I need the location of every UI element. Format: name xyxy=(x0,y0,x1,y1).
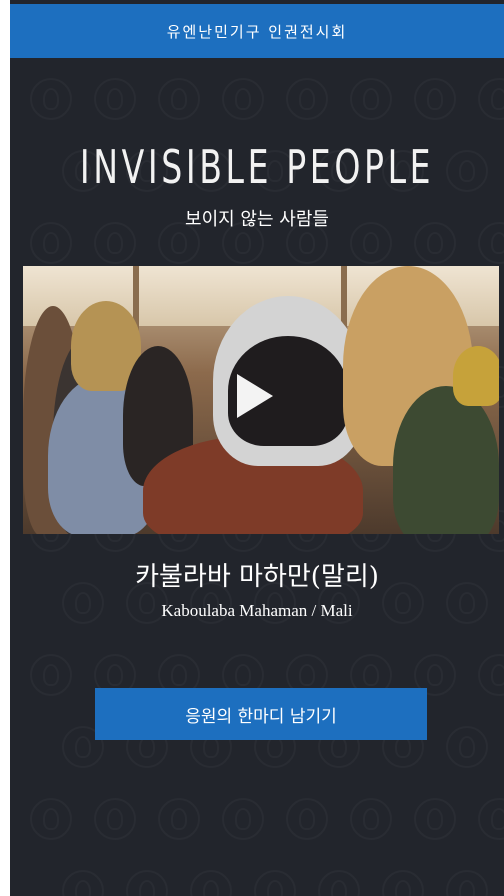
background-pattern-mark xyxy=(254,870,296,896)
person-name-korean: 카불라바 마하만(말리) xyxy=(135,562,379,592)
page-title: INVISIBLE PEOPLE xyxy=(79,140,435,194)
video-thumbnail-figure xyxy=(453,346,499,406)
video-thumbnail-figure xyxy=(393,386,499,534)
background-pattern-mark xyxy=(286,798,328,840)
background-pattern-mark xyxy=(30,78,72,120)
background-pattern-mark xyxy=(446,726,488,768)
background-pattern-mark xyxy=(382,870,424,896)
background-pattern-mark xyxy=(94,798,136,840)
background-pattern-mark xyxy=(190,870,232,896)
background-pattern-mark xyxy=(318,870,360,896)
background-pattern-mark xyxy=(478,78,504,120)
person-name-english: Kaboulaba Mahaman / Mali xyxy=(161,601,353,620)
background-pattern-mark xyxy=(30,654,72,696)
background-pattern-mark xyxy=(478,798,504,840)
background-pattern-mark xyxy=(222,78,264,120)
background-pattern-mark xyxy=(158,798,200,840)
background-pattern-mark xyxy=(94,78,136,120)
top-bar: 유엔난민기구 인권전시회 xyxy=(10,4,504,58)
play-icon[interactable] xyxy=(237,374,273,418)
top-bar-title: 유엔난민기구 인권전시회 xyxy=(166,22,348,41)
background-pattern-mark xyxy=(126,870,168,896)
background-pattern-mark xyxy=(158,78,200,120)
background-pattern-mark xyxy=(30,798,72,840)
page-subtitle: 보이지 않는 사람들 xyxy=(185,209,329,230)
background-pattern-mark xyxy=(446,870,488,896)
video-player[interactable] xyxy=(23,266,499,534)
background-pattern-mark xyxy=(414,78,456,120)
background-pattern-mark xyxy=(446,150,488,192)
background-pattern-mark xyxy=(350,78,392,120)
app-frame: 유엔난민기구 인권전시회 INVISIBLE PEOPLE 보이지 않는 사람들… xyxy=(10,0,504,896)
background-pattern-mark xyxy=(222,798,264,840)
background-pattern-mark xyxy=(350,798,392,840)
background-pattern-mark xyxy=(62,870,104,896)
background-pattern-mark xyxy=(286,78,328,120)
background-pattern-mark xyxy=(478,654,504,696)
background-pattern-mark xyxy=(414,798,456,840)
leave-message-button[interactable]: 응원의 한마디 남기기 xyxy=(95,688,427,740)
